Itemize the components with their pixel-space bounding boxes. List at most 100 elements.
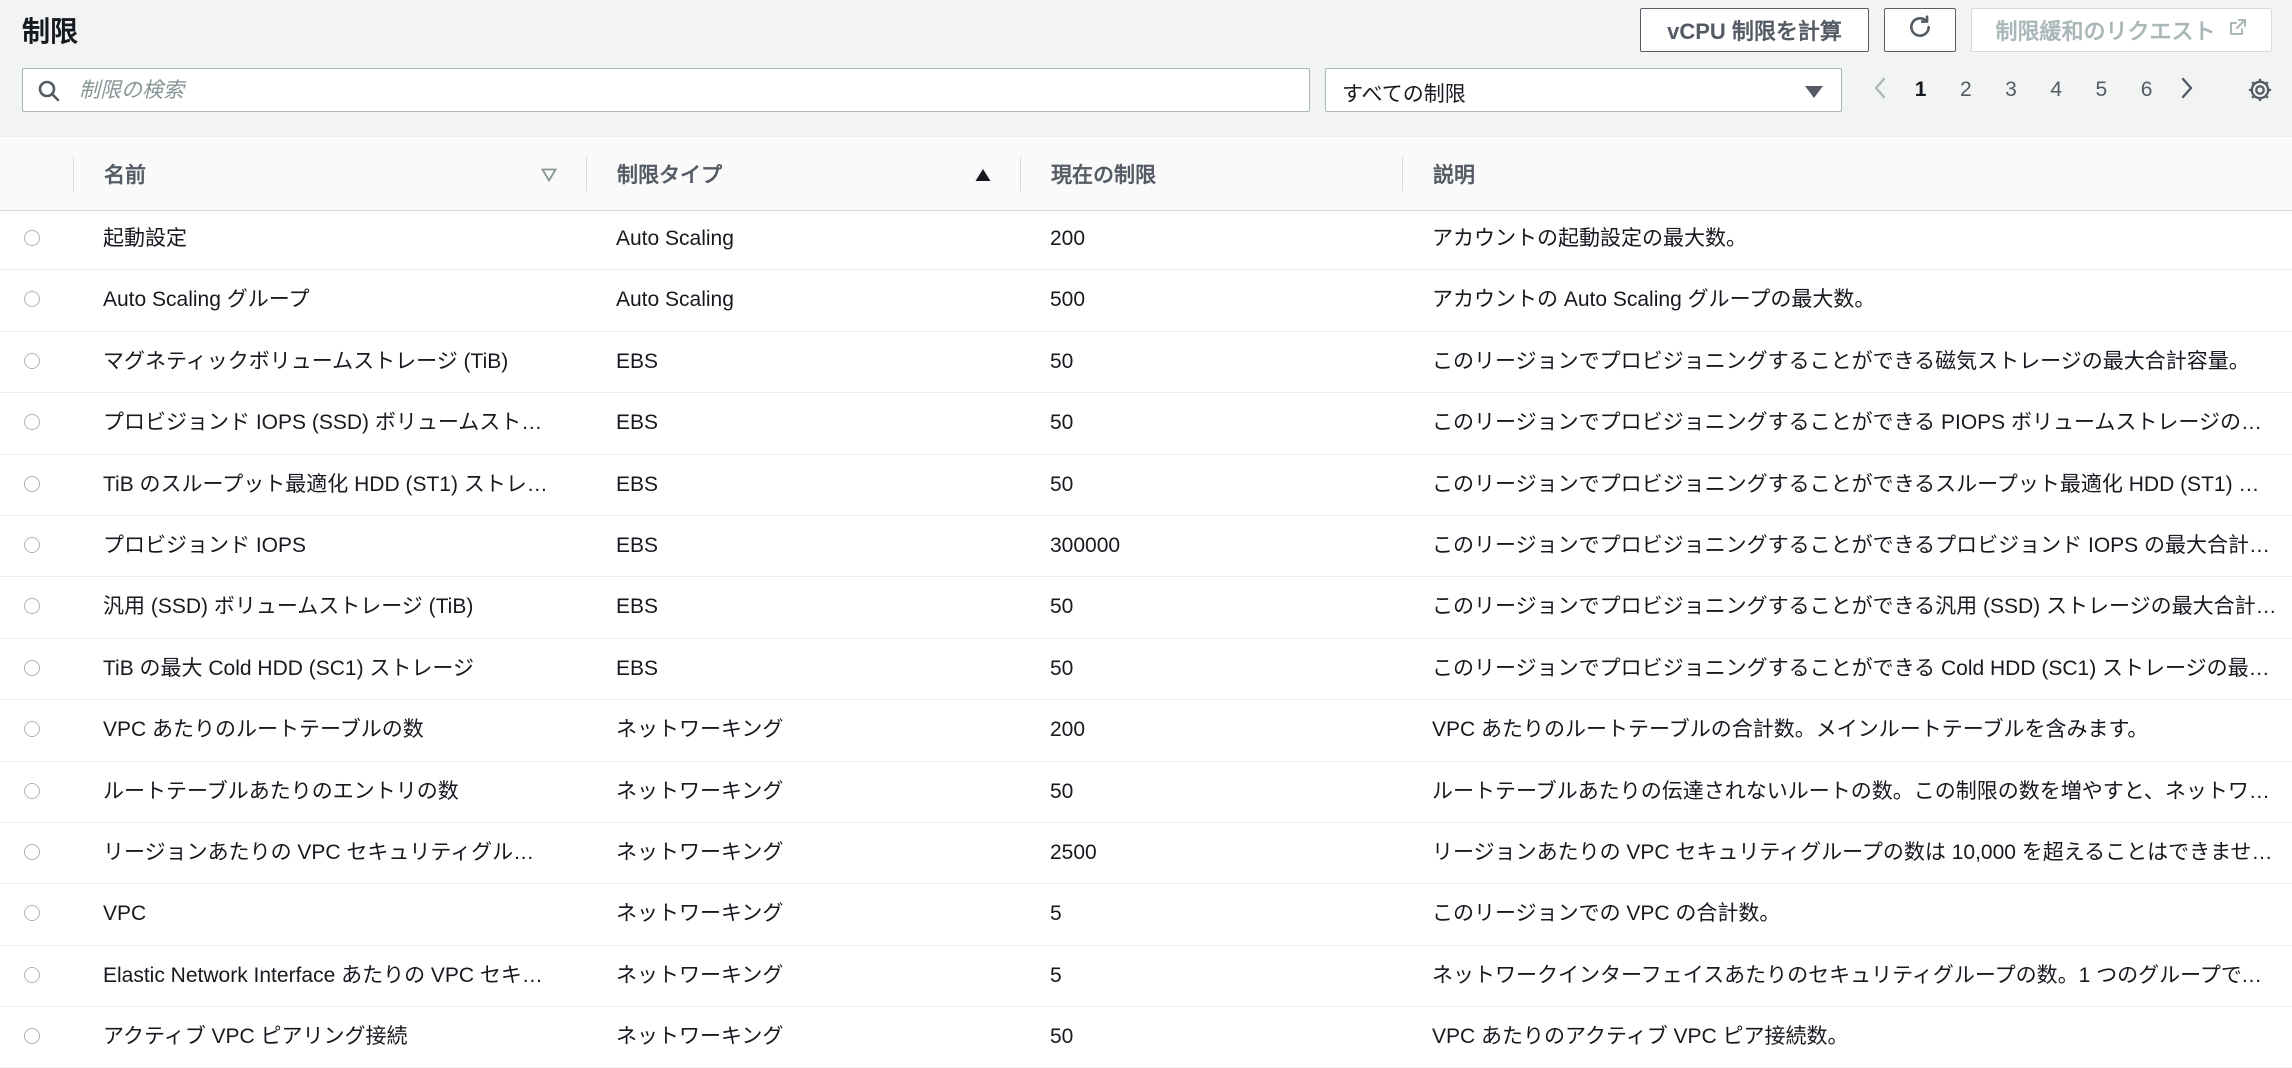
row-select-radio[interactable] <box>24 905 40 922</box>
table-row[interactable]: TiB の最大 Cold HDD (SC1) ストレージ EBS 50 このリー… <box>0 639 2292 701</box>
column-divider <box>73 157 74 191</box>
row-select-radio[interactable] <box>24 721 40 738</box>
current-limit: 300000 <box>1050 533 1121 557</box>
table-header: 名前 制限タイプ 現在の制限 説明 <box>0 136 2292 211</box>
row-select-radio[interactable] <box>24 598 40 615</box>
limit-description: ルートテーブルあたりの伝達されないルートの数。この制限の数を増やすと、ネットワ… <box>1432 779 2270 803</box>
limit-description: アカウントの Auto Scaling グループの最大数。 <box>1432 288 1876 312</box>
table-row[interactable]: プロビジョンド IOPS (SSD) ボリュームストレ… EBS 50 このリー… <box>0 393 2292 455</box>
row-select-radio[interactable] <box>24 230 40 246</box>
column-header-description[interactable]: 説明 <box>1433 137 1475 210</box>
page-6-button[interactable]: 6 <box>2124 78 2169 102</box>
limit-type: ネットワーキング <box>616 840 784 864</box>
limit-description: VPC あたりのアクティブ VPC ピア接続数。 <box>1432 1025 1849 1049</box>
limit-name: TiB の最大 Cold HDD (SC1) ストレージ <box>103 656 474 680</box>
limit-type: ネットワーキング <box>616 779 784 803</box>
limit-type: EBS <box>616 349 659 373</box>
page-3-button[interactable]: 3 <box>1988 78 2033 102</box>
limit-description: ネットワークインターフェイスあたりのセキュリティグループの数。1 つのグループで… <box>1432 963 2278 987</box>
table-row[interactable]: マグネティックボリュームストレージ (TiB) EBS 50 このリージョンでプ… <box>0 332 2292 394</box>
gear-icon[interactable] <box>2246 76 2274 109</box>
limit-description: このリージョンでプロビジョニングすることができる磁気ストレージの最大合計容量。 <box>1432 349 2250 373</box>
current-limit: 2500 <box>1050 840 1097 864</box>
current-limit: 50 <box>1050 472 1074 496</box>
limit-description: このリージョンでプロビジョニングすることができる汎用 (SSD) ストレージの最… <box>1432 595 2277 619</box>
caret-down-icon <box>1805 85 1823 103</box>
row-select-radio[interactable] <box>24 659 40 676</box>
table-row[interactable]: Auto Scaling グループ Auto Scaling 500 アカウント… <box>0 270 2292 332</box>
page-1-button[interactable]: 1 <box>1898 78 1943 102</box>
limit-name: 汎用 (SSD) ボリュームストレージ (TiB) <box>103 595 474 619</box>
current-limit: 5 <box>1050 963 1062 987</box>
limit-type: ネットワーキング <box>616 902 784 926</box>
limit-type: EBS <box>616 472 659 496</box>
table-row[interactable]: アクティブ VPC ピアリング接続 ネットワーキング 50 VPC あたりのアク… <box>0 1007 2292 1068</box>
page-2-button[interactable]: 2 <box>1943 78 1988 102</box>
calculate-vcpu-limit-button[interactable]: vCPU 制限を計算 <box>1640 8 1869 52</box>
current-limit: 200 <box>1050 227 1086 250</box>
limit-description: このリージョンでプロビジョニングすることができるプロビジョンド IOPS の最大… <box>1432 533 2271 557</box>
column-divider <box>1020 157 1021 191</box>
request-limit-increase-button[interactable]: 制限緩和のリクエスト <box>1971 8 2272 52</box>
chevron-right-icon <box>2180 76 2194 105</box>
row-select-radio[interactable] <box>24 536 40 553</box>
table-row[interactable]: プロビジョンド IOPS EBS 300000 このリージョンでプロビジョニング… <box>0 516 2292 578</box>
limit-description: このリージョンでの VPC の合計数。 <box>1432 902 1781 926</box>
row-select-radio[interactable] <box>24 1028 40 1045</box>
limit-filter-value: すべての制限 <box>1342 83 1466 106</box>
page-title: 制限 <box>22 16 79 47</box>
limit-name: VPC あたりのルートテーブルの数 <box>103 718 424 742</box>
next-page-button[interactable] <box>2169 76 2205 105</box>
limit-name: Auto Scaling グループ <box>103 288 310 312</box>
search-input[interactable] <box>77 69 1281 112</box>
table-row[interactable]: Elastic Network Interface あたりの VPC セキ… ネ… <box>0 946 2292 1008</box>
row-select-radio[interactable] <box>24 966 40 983</box>
page-5-button[interactable]: 5 <box>2079 78 2124 102</box>
limit-type: EBS <box>616 656 659 680</box>
row-select-radio[interactable] <box>24 843 40 860</box>
current-limit: 50 <box>1050 411 1074 435</box>
table-row[interactable]: VPC あたりのルートテーブルの数 ネットワーキング 200 VPC あたりのル… <box>0 700 2292 762</box>
limit-name: リージョンあたりの VPC セキュリティグルー… <box>103 840 553 864</box>
limit-name: ルートテーブルあたりのエントリの数 <box>103 779 459 803</box>
limit-description: リージョンあたりの VPC セキュリティグループの数は 10,000 を超えるこ… <box>1432 840 2273 864</box>
search-icon <box>37 79 61 108</box>
limit-type: ネットワーキング <box>616 718 784 742</box>
table-row[interactable]: ルートテーブルあたりのエントリの数 ネットワーキング 50 ルートテーブルあたり… <box>0 762 2292 823</box>
table-row[interactable]: リージョンあたりの VPC セキュリティグルー… ネットワーキング 2500 リ… <box>0 823 2292 885</box>
row-select-radio[interactable] <box>24 782 40 799</box>
row-select-radio[interactable] <box>24 291 40 308</box>
sort-down-icon[interactable] <box>540 168 558 187</box>
sort-up-icon[interactable] <box>975 168 991 187</box>
limit-type: ネットワーキング <box>616 1025 784 1049</box>
limit-type: Auto Scaling <box>616 288 734 312</box>
limit-name: TiB のスループット最適化 HDD (ST1) ストレ… <box>103 472 548 496</box>
chevron-left-icon <box>1873 76 1887 105</box>
row-select-radio[interactable] <box>24 352 40 369</box>
pagination: 1 2 3 4 5 6 <box>1862 70 2205 110</box>
page-4-button[interactable]: 4 <box>2034 78 2079 102</box>
column-divider <box>1402 157 1403 191</box>
table-row[interactable]: TiB のスループット最適化 HDD (ST1) ストレ… EBS 50 このリ… <box>0 455 2292 516</box>
column-header-limit-type[interactable]: 制限タイプ <box>617 137 722 210</box>
refresh-button[interactable] <box>1884 8 1956 52</box>
row-select-radio[interactable] <box>24 475 40 492</box>
table-row[interactable]: 汎用 (SSD) ボリュームストレージ (TiB) EBS 50 このリージョン… <box>0 577 2292 639</box>
limit-type: EBS <box>616 595 659 619</box>
current-limit: 500 <box>1050 288 1086 312</box>
limit-name: Elastic Network Interface あたりの VPC セキ… <box>103 963 543 987</box>
table-row[interactable]: 起動設定 Auto Scaling 200 アカウントの起動設定の最大数。 <box>0 209 2292 271</box>
limits-table-body: 起動設定 Auto Scaling 200 アカウントの起動設定の最大数。 Au… <box>0 209 2292 1068</box>
current-limit: 5 <box>1050 902 1062 926</box>
limit-name: 起動設定 <box>103 227 187 250</box>
limit-filter-select[interactable]: すべての制限 <box>1325 68 1842 112</box>
table-row[interactable]: VPC ネットワーキング 5 このリージョンでの VPC の合計数。 <box>0 884 2292 946</box>
row-select-radio[interactable] <box>24 414 40 431</box>
limit-name: プロビジョンド IOPS <box>103 533 307 557</box>
limit-type: EBS <box>616 533 659 557</box>
previous-page-button[interactable] <box>1862 76 1898 105</box>
limit-type: ネットワーキング <box>616 963 784 987</box>
column-header-name[interactable]: 名前 <box>104 137 146 210</box>
limit-type: EBS <box>616 411 659 435</box>
column-header-current-limit[interactable]: 現在の制限 <box>1051 137 1156 210</box>
